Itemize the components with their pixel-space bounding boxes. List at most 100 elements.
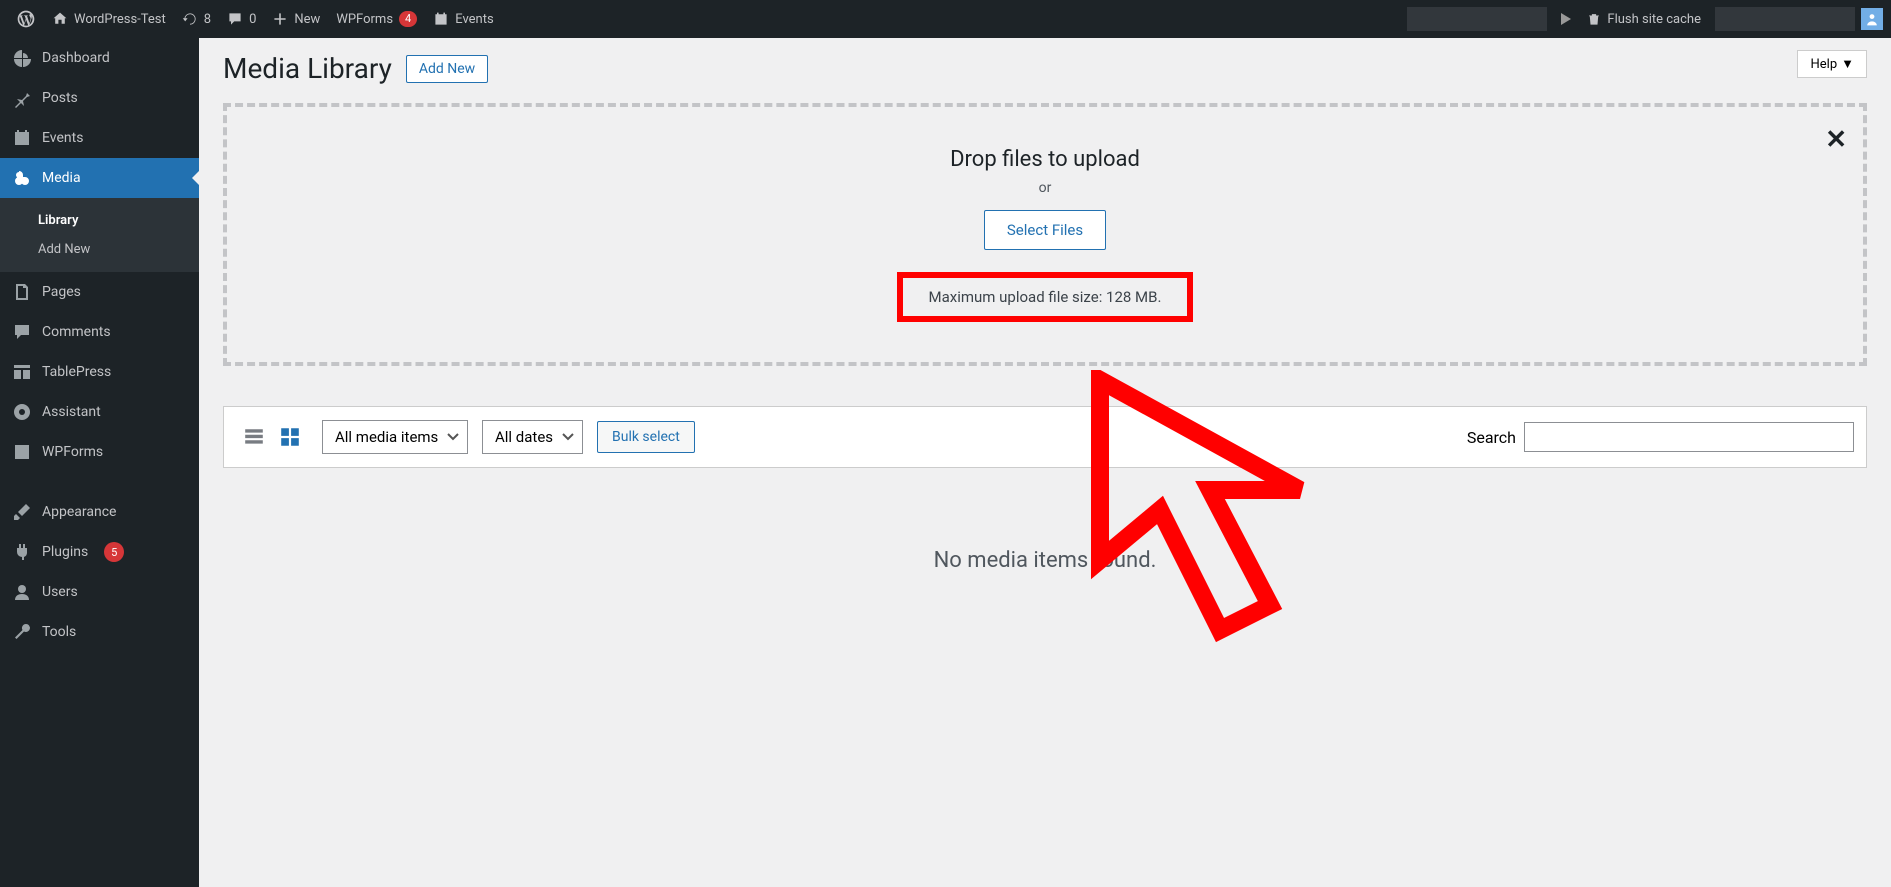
page-title: Media Library xyxy=(223,52,392,85)
wordpress-icon xyxy=(16,9,36,29)
wpforms-label: WPForms xyxy=(336,12,393,27)
comments-link[interactable]: 0 xyxy=(219,0,264,38)
upload-dropzone[interactable]: ✕ Drop files to upload or Select Files M… xyxy=(223,103,1867,366)
submenu-library[interactable]: Library xyxy=(0,206,199,235)
sidebar-item-comments[interactable]: Comments xyxy=(0,312,199,352)
admin-topbar: WordPress-Test 8 0 New WPForms 4 Events … xyxy=(0,0,1891,38)
plus-icon xyxy=(272,11,288,27)
submenu-addnew[interactable]: Add New xyxy=(0,235,199,264)
admin-sidebar: Dashboard Posts Events Media Library Add… xyxy=(0,38,199,887)
updates-link[interactable]: 8 xyxy=(174,0,219,38)
wpforms-label: WPForms xyxy=(42,444,103,460)
play-button[interactable] xyxy=(1553,0,1579,38)
bulk-select-button[interactable]: Bulk select xyxy=(597,421,695,453)
new-link[interactable]: New xyxy=(264,0,328,38)
flush-cache-link[interactable]: Flush site cache xyxy=(1579,0,1709,38)
sidebar-item-tablepress[interactable]: TablePress xyxy=(0,352,199,392)
home-icon xyxy=(52,11,68,27)
updates-count: 8 xyxy=(204,12,211,27)
drop-title: Drop files to upload xyxy=(267,147,1823,172)
pin-icon xyxy=(12,88,32,108)
comment-icon xyxy=(12,322,32,342)
search-input[interactable] xyxy=(1524,422,1854,452)
sidebar-item-assistant[interactable]: Assistant xyxy=(0,392,199,432)
comments-label: Comments xyxy=(42,324,111,340)
media-icon xyxy=(12,168,32,188)
new-label: New xyxy=(294,12,320,27)
brush-icon xyxy=(12,502,32,522)
sidebar-item-appearance[interactable]: Appearance xyxy=(0,492,199,532)
comment-icon xyxy=(227,11,243,27)
chevron-down-icon: ▼ xyxy=(1841,56,1854,72)
assistant-label: Assistant xyxy=(42,404,101,420)
list-icon xyxy=(243,426,265,448)
table-icon xyxy=(12,362,32,382)
main-content: Media Library Add New ✕ Drop files to up… xyxy=(199,38,1891,587)
sidebar-item-plugins[interactable]: Plugins 5 xyxy=(0,532,199,572)
form-icon xyxy=(12,442,32,462)
wordpress-logo[interactable] xyxy=(8,0,44,38)
plugins-badge: 5 xyxy=(104,542,124,562)
calendar-icon xyxy=(433,11,449,27)
wrench-icon xyxy=(12,622,32,642)
page-header: Media Library Add New xyxy=(223,52,1867,85)
sidebar-item-events[interactable]: Events xyxy=(0,118,199,158)
sidebar-item-users[interactable]: Users xyxy=(0,572,199,612)
max-upload-size: Maximum upload file size: 128 MB. xyxy=(897,272,1194,322)
site-name-link[interactable]: WordPress-Test xyxy=(44,0,174,38)
media-label: Media xyxy=(42,170,81,186)
plugins-label: Plugins xyxy=(42,544,88,560)
refresh-icon xyxy=(182,11,198,27)
close-dropzone-button[interactable]: ✕ xyxy=(1825,125,1847,155)
view-toggle xyxy=(236,419,308,455)
person-icon xyxy=(1864,11,1880,27)
media-toolbar: All media items All dates Bulk select Se… xyxy=(223,406,1867,468)
search-wrap: Search xyxy=(1467,422,1854,452)
plug-icon xyxy=(12,542,32,562)
site-name: WordPress-Test xyxy=(74,12,166,27)
user-icon xyxy=(12,582,32,602)
help-button[interactable]: Help ▼ xyxy=(1797,50,1867,78)
topbar-search-2[interactable] xyxy=(1715,7,1855,31)
grid-view-button[interactable] xyxy=(272,419,308,455)
events-link[interactable]: Events xyxy=(425,0,501,38)
comments-count: 0 xyxy=(249,12,256,27)
select-files-button[interactable]: Select Files xyxy=(984,210,1106,250)
user-avatar[interactable] xyxy=(1861,8,1883,30)
appearance-label: Appearance xyxy=(42,504,116,520)
wpforms-badge: 4 xyxy=(399,11,417,27)
page-icon xyxy=(12,282,32,302)
sidebar-item-wpforms[interactable]: WPForms xyxy=(0,432,199,472)
tablepress-label: TablePress xyxy=(42,364,111,380)
trash-icon xyxy=(1587,12,1601,26)
grid-icon xyxy=(279,426,301,448)
events-label: Events xyxy=(42,130,83,146)
help-label: Help xyxy=(1810,57,1837,72)
pages-label: Pages xyxy=(42,284,81,300)
media-submenu: Library Add New xyxy=(0,198,199,272)
filter-date-select[interactable]: All dates xyxy=(482,420,583,454)
dashboard-icon xyxy=(12,48,32,68)
sidebar-item-media[interactable]: Media xyxy=(0,158,199,198)
users-label: Users xyxy=(42,584,78,600)
posts-label: Posts xyxy=(42,90,78,106)
calendar-icon xyxy=(12,128,32,148)
sidebar-item-posts[interactable]: Posts xyxy=(0,78,199,118)
sidebar-item-dashboard[interactable]: Dashboard xyxy=(0,38,199,78)
list-view-button[interactable] xyxy=(236,419,272,455)
sidebar-item-pages[interactable]: Pages xyxy=(0,272,199,312)
dashboard-label: Dashboard xyxy=(42,50,110,66)
assistant-icon xyxy=(12,402,32,422)
flush-label: Flush site cache xyxy=(1607,12,1701,27)
no-items-message: No media items found. xyxy=(223,548,1867,573)
topbar-search-1[interactable] xyxy=(1407,7,1547,31)
add-new-button[interactable]: Add New xyxy=(406,55,488,83)
tools-label: Tools xyxy=(42,624,76,640)
wpforms-link[interactable]: WPForms 4 xyxy=(328,0,425,38)
sidebar-item-tools[interactable]: Tools xyxy=(0,612,199,652)
play-icon xyxy=(1561,13,1571,25)
search-label: Search xyxy=(1467,428,1516,447)
filter-type-select[interactable]: All media items xyxy=(322,420,468,454)
events-label: Events xyxy=(455,12,493,27)
drop-or: or xyxy=(267,180,1823,196)
